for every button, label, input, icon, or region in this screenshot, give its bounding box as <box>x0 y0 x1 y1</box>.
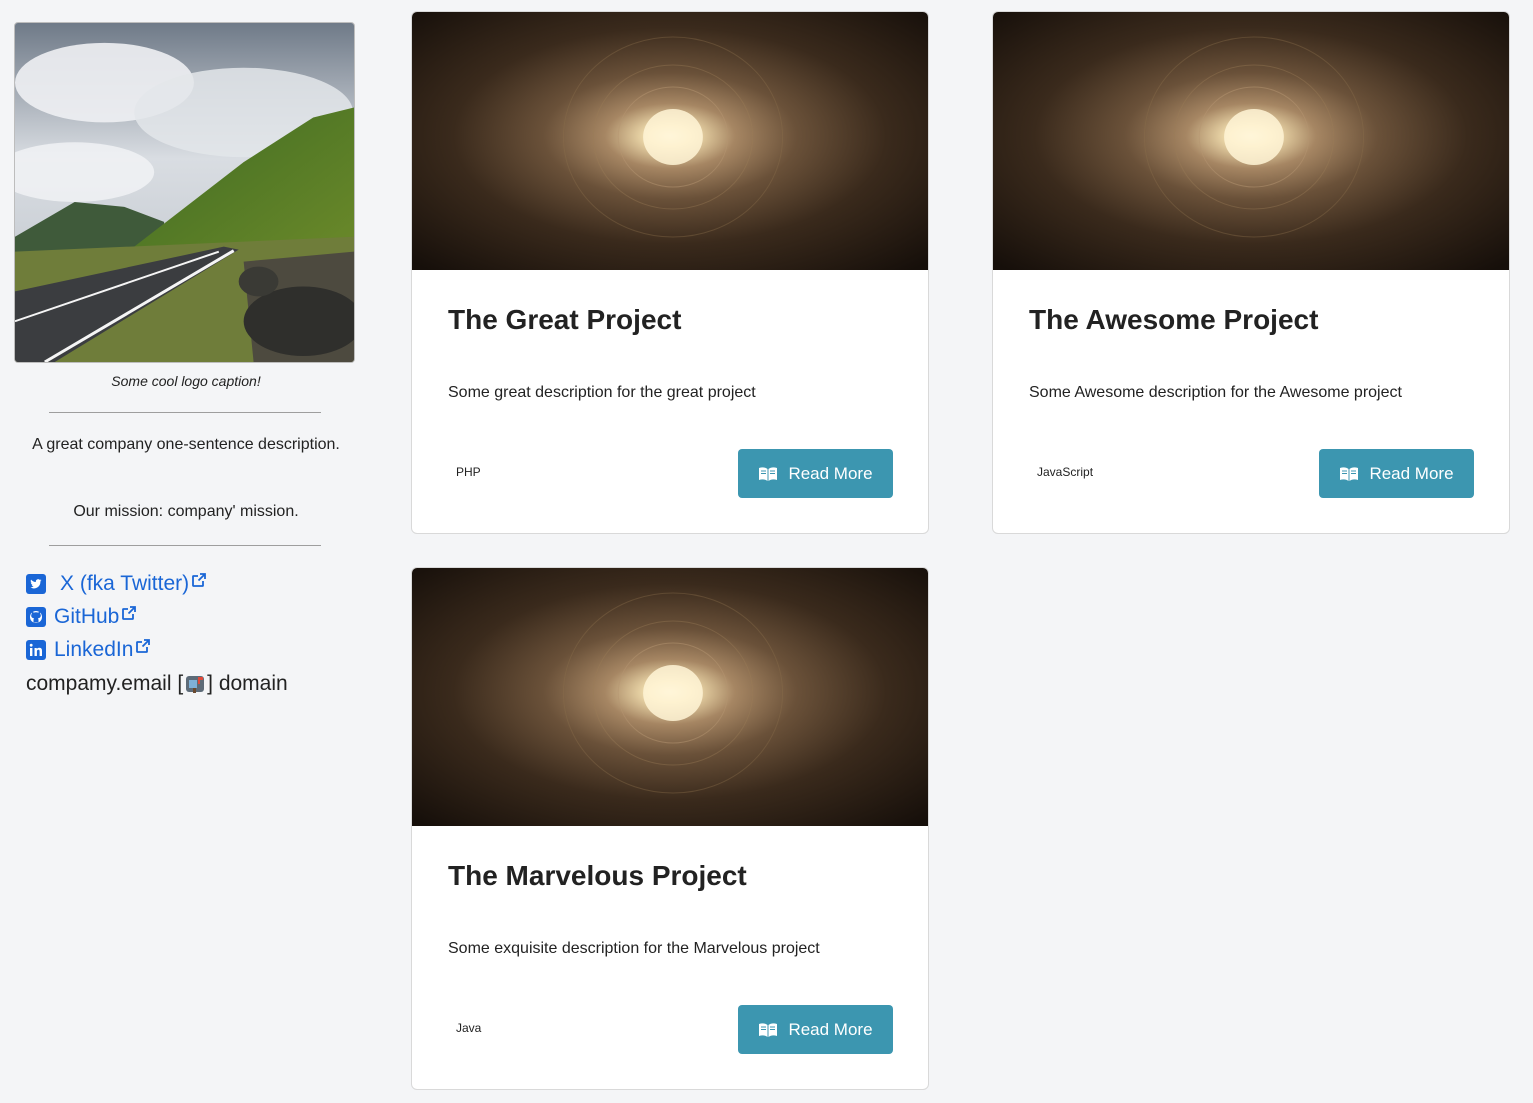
project-image <box>412 12 928 270</box>
social-link-linkedin[interactable]: LinkedIn <box>26 633 288 666</box>
logo-image <box>14 22 355 363</box>
project-card: The Marvelous Project Some exquisite des… <box>411 567 929 1090</box>
project-tag: Java <box>456 1021 482 1035</box>
external-link-icon <box>135 638 151 654</box>
linkedin-square-icon <box>26 639 46 660</box>
divider <box>49 412 321 413</box>
social-links: X (fka Twitter) GitHub LinkedIn compamy.… <box>26 567 288 700</box>
logo-caption: Some cool logo caption! <box>111 373 261 389</box>
read-more-label: Read More <box>788 463 873 483</box>
project-description: Some great description for the great pro… <box>448 384 756 401</box>
project-title: The Great Project <box>448 304 682 335</box>
project-description: Some exquisite description for the Marve… <box>448 940 820 957</box>
social-link-label: X (fka Twitter) <box>60 571 190 595</box>
read-more-button[interactable]: Read More <box>1319 449 1474 498</box>
email-suffix: ] domain <box>207 672 288 695</box>
social-link-github[interactable]: GitHub <box>26 600 288 633</box>
external-link-icon <box>191 572 207 588</box>
project-title: The Awesome Project <box>1029 304 1319 335</box>
company-email: compamy.email [ ] domain <box>26 668 288 700</box>
read-more-button[interactable]: Read More <box>738 449 893 498</box>
company-description: A great company one-sentence description… <box>32 436 340 453</box>
social-link-twitter[interactable]: X (fka Twitter) <box>26 567 288 600</box>
book-open-icon <box>758 466 778 482</box>
read-more-label: Read More <box>1369 463 1454 483</box>
github-square-icon <box>26 606 46 627</box>
twitter-square-icon <box>26 573 46 594</box>
project-card: The Awesome Project Some Awesome descrip… <box>992 11 1510 534</box>
project-description: Some Awesome description for the Awesome… <box>1029 384 1402 401</box>
project-tag: JavaScript <box>1037 465 1094 479</box>
project-image <box>412 568 928 826</box>
book-open-icon <box>758 1022 778 1038</box>
project-card: The Great Project Some great description… <box>411 11 929 534</box>
company-mission: Our mission: company' mission. <box>73 503 299 520</box>
project-tag: PHP <box>456 465 481 479</box>
read-more-button[interactable]: Read More <box>738 1005 893 1054</box>
read-more-label: Read More <box>788 1019 873 1039</box>
project-image <box>993 12 1509 270</box>
project-title: The Marvelous Project <box>448 860 747 891</box>
external-link-icon <box>121 605 137 621</box>
book-open-icon <box>1339 466 1359 482</box>
divider <box>49 545 321 546</box>
mailbox-icon <box>184 674 206 694</box>
social-link-label: GitHub <box>54 604 120 628</box>
email-prefix: compamy.email [ <box>26 672 184 695</box>
social-link-label: LinkedIn <box>54 637 134 661</box>
